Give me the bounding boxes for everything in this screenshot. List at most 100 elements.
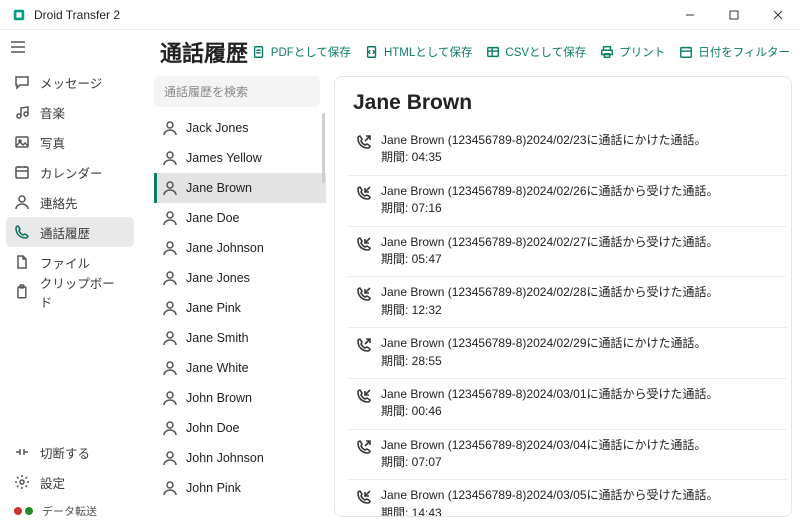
contacts-icon (14, 194, 30, 210)
status-dot-green (25, 507, 33, 515)
contact-item[interactable]: Jane White (154, 353, 326, 383)
contact-item[interactable]: Jane Smith (154, 323, 326, 353)
contact-item[interactable]: James Yellow (154, 143, 326, 173)
call-detail-panel: Jane Brown Jane Brown (123456789-8)2024/… (334, 76, 792, 517)
files-icon (14, 254, 30, 270)
search-input[interactable]: 通話履歴を検索 (154, 76, 320, 107)
contact-name: Jane Pink (186, 301, 241, 315)
save-html-button[interactable]: HTMLとして保存 (365, 44, 472, 60)
contact-item[interactable]: Jane Brown (154, 173, 326, 203)
call-duration: 期間: 28:55 (381, 353, 707, 370)
person-icon (162, 360, 178, 376)
sidebar-item-label: メッセージ (40, 73, 102, 92)
app-title: Droid Transfer 2 (34, 8, 668, 22)
sidebar-item-clipboard[interactable]: クリップボード (6, 277, 134, 307)
toolbar: PDFとして保存 HTMLとして保存 CSVとして保存 プリント 日付をフィルタ… (252, 44, 790, 60)
save-pdf-label: PDFとして保存 (271, 44, 351, 60)
call-list[interactable]: Jane Brown (123456789-8)2024/02/23に通話にかけ… (335, 125, 791, 516)
window-controls (668, 0, 800, 30)
call-text: Jane Brown (123456789-8)2024/02/27に通話から受… (381, 234, 719, 269)
call-row[interactable]: Jane Brown (123456789-8)2024/02/28に通話から受… (347, 277, 787, 328)
call-line1: Jane Brown (123456789-8)2024/02/28に通話から受… (381, 284, 719, 301)
sidebar-item-label: 連絡先 (40, 193, 78, 212)
contact-name: Jack Jones (186, 121, 249, 135)
call-line1: Jane Brown (123456789-8)2024/02/27に通話から受… (381, 234, 719, 251)
print-label: プリント (619, 44, 665, 60)
scrollbar-thumb[interactable] (322, 113, 325, 183)
save-pdf-button[interactable]: PDFとして保存 (252, 44, 351, 60)
music-icon (14, 104, 30, 120)
call-line1: Jane Brown (123456789-8)2024/03/04に通話にかけ… (381, 437, 707, 454)
photos-icon (14, 134, 30, 150)
incoming-call-icon (353, 234, 375, 252)
person-icon (162, 210, 178, 226)
print-button[interactable]: プリント (600, 44, 665, 60)
left-sidebar: メッセージ音楽写真カレンダー連絡先通話履歴ファイルクリップボード 切断する設定 … (0, 30, 140, 525)
minimize-button[interactable] (668, 0, 712, 30)
contact-name: John Johnson (186, 451, 264, 465)
save-html-label: HTMLとして保存 (384, 44, 472, 60)
contact-column: 通話履歴を検索 Jack Jones James Yellow Jane Brown… (140, 74, 330, 525)
contact-name: Jane Johnson (186, 241, 264, 255)
contact-item[interactable]: Jane Johnson (154, 233, 326, 263)
call-line1: Jane Brown (123456789-8)2024/03/01に通話から受… (381, 386, 719, 403)
outgoing-call-icon (353, 335, 375, 353)
contact-item[interactable]: John Johnson (154, 443, 326, 473)
maximize-button[interactable] (712, 0, 756, 30)
person-icon (162, 480, 178, 496)
call-line1: Jane Brown (123456789-8)2024/03/05に通話から受… (381, 487, 719, 504)
call-row[interactable]: Jane Brown (123456789-8)2024/02/29に通話にかけ… (347, 328, 787, 379)
sidebar-item-photos[interactable]: 写真 (6, 127, 134, 157)
contact-item[interactable]: Jane Jones (154, 263, 326, 293)
call-row[interactable]: Jane Brown (123456789-8)2024/03/05に通話から受… (347, 480, 787, 516)
call-row[interactable]: Jane Brown (123456789-8)2024/02/23に通話にかけ… (347, 125, 787, 176)
call-line1: Jane Brown (123456789-8)2024/02/26に通話から受… (381, 183, 719, 200)
date-filter-label: 日付をフィルター (698, 44, 790, 60)
call-duration: 期間: 00:46 (381, 403, 719, 420)
sidebar-item-label: 設定 (40, 473, 65, 492)
close-button[interactable] (756, 0, 800, 30)
titlebar: Droid Transfer 2 (0, 0, 800, 30)
sidebar-item-contacts[interactable]: 連絡先 (6, 187, 134, 217)
person-icon (162, 120, 178, 136)
contact-item[interactable]: John Brown (154, 383, 326, 413)
sidebar-item-settings[interactable]: 設定 (6, 467, 134, 497)
date-filter-button[interactable]: 日付をフィルター (679, 44, 790, 60)
call-row[interactable]: Jane Brown (123456789-8)2024/02/26に通話から受… (347, 176, 787, 227)
contact-item[interactable]: Jack Jones (154, 113, 326, 143)
incoming-call-icon (353, 487, 375, 505)
incoming-call-icon (353, 284, 375, 302)
save-csv-button[interactable]: CSVとして保存 (486, 44, 586, 60)
sidebar-item-calllog[interactable]: 通話履歴 (6, 217, 134, 247)
contact-name: James Yellow (186, 151, 262, 165)
call-duration: 期間: 04:35 (381, 149, 707, 166)
sidebar-item-calendar[interactable]: カレンダー (6, 157, 134, 187)
contact-name: Jane Brown (186, 181, 252, 195)
call-text: Jane Brown (123456789-8)2024/02/23に通話にかけ… (381, 132, 707, 167)
contact-item[interactable]: John Pink (154, 473, 326, 503)
contact-item[interactable]: Jane Doe (154, 203, 326, 233)
contact-item[interactable]: Jane Pink (154, 293, 326, 323)
sidebar-item-label: 音楽 (40, 103, 65, 122)
call-text: Jane Brown (123456789-8)2024/03/04に通話にかけ… (381, 437, 707, 472)
call-duration: 期間: 07:07 (381, 454, 707, 471)
sidebar-item-messages[interactable]: メッセージ (6, 67, 134, 97)
contact-item[interactable]: John Doe (154, 413, 326, 443)
call-row[interactable]: Jane Brown (123456789-8)2024/03/01に通話から受… (347, 379, 787, 430)
person-icon (162, 180, 178, 196)
sidebar-item-disconnect[interactable]: 切断する (6, 437, 134, 467)
sidebar-item-label: 写真 (40, 133, 65, 152)
status-dot-red (14, 507, 22, 515)
incoming-call-icon (353, 386, 375, 404)
sidebar-item-music[interactable]: 音楽 (6, 97, 134, 127)
page-header: 通話履歴 PDFとして保存 HTMLとして保存 CSVとして保存 プリント (140, 30, 800, 74)
hamburger-button[interactable] (6, 34, 134, 67)
contact-list[interactable]: Jack Jones James Yellow Jane Brown Jane Doe… (154, 113, 326, 525)
call-row[interactable]: Jane Brown (123456789-8)2024/03/04に通話にかけ… (347, 430, 787, 481)
messages-icon (14, 74, 30, 90)
call-text: Jane Brown (123456789-8)2024/02/29に通話にかけ… (381, 335, 707, 370)
sidebar-item-label: 通話履歴 (40, 223, 90, 242)
sidebar-item-label: カレンダー (40, 163, 103, 182)
call-row[interactable]: Jane Brown (123456789-8)2024/02/27に通話から受… (347, 227, 787, 278)
status-row: データ転送 (6, 497, 134, 519)
